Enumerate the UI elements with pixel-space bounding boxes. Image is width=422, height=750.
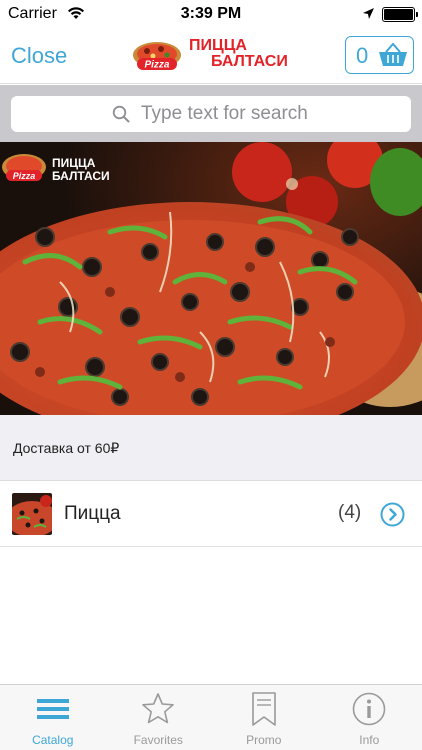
promo-banner-image: Pizza ПИЦЦА БАЛТАСИ: [0, 142, 422, 415]
tab-label: Catalog: [32, 733, 74, 747]
delivery-text: Доставка от 60₽: [13, 440, 120, 456]
banner-logo: Pizza ПИЦЦА БАЛТАСИ: [2, 154, 110, 183]
tab-promo[interactable]: Promo: [211, 685, 317, 750]
info-icon: [352, 692, 386, 726]
search-placeholder: Type text for search: [141, 103, 308, 124]
logo-line-1: ПИЦЦА: [189, 37, 247, 54]
logo-line-2: БАЛТАСИ: [211, 53, 288, 70]
pizza-photo: Pizza ПИЦЦА БАЛТАСИ: [0, 142, 422, 415]
cart-button[interactable]: 0: [345, 36, 414, 74]
category-count: (4): [338, 502, 362, 523]
pizza-logo-badge: Pizza: [133, 42, 181, 71]
svg-text:ПИЦЦА: ПИЦЦА: [52, 156, 96, 170]
category-label: Пицца: [64, 503, 121, 524]
svg-text:Pizza: Pizza: [144, 60, 169, 71]
search-input[interactable]: Type text for search: [11, 96, 411, 132]
tab-info[interactable]: Info: [317, 685, 422, 750]
hamburger-list-icon: [36, 699, 69, 719]
tab-favorites[interactable]: Favorites: [106, 685, 212, 750]
category-thumbnail: [12, 493, 52, 535]
status-bar: Carrier 3:39 PM: [0, 0, 422, 30]
logo-text: ПИЦЦА БАЛТАСИ: [189, 38, 288, 70]
tab-label: Promo: [246, 733, 282, 747]
svg-text:Pizza: Pizza: [13, 171, 36, 181]
chevron-right-icon[interactable]: [380, 502, 405, 527]
search-bar-container: Type text for search: [0, 85, 422, 142]
brand-logo: Pizza ПИЦЦА БАЛТАСИ: [131, 38, 291, 76]
tab-label: Info: [359, 733, 380, 747]
catalog-category-pizza[interactable]: Пицца (4): [0, 481, 422, 547]
tab-bar: Catalog Favorites Promo Info: [0, 684, 422, 750]
location-arrow-icon: [363, 8, 374, 19]
battery-icon: [382, 7, 418, 22]
bookmark-icon: [251, 692, 276, 726]
svg-text:БАЛТАСИ: БАЛТАСИ: [52, 169, 110, 183]
tab-catalog[interactable]: Catalog: [0, 685, 106, 750]
basket-icon: [379, 42, 407, 66]
delivery-info: Доставка от 60₽: [0, 415, 422, 481]
search-icon: [112, 105, 130, 123]
tab-label: Favorites: [133, 733, 183, 747]
clock: 3:39 PM: [180, 5, 242, 22]
star-icon: [142, 693, 175, 724]
cart-count: 0: [356, 43, 369, 68]
navigation-bar: Close Pizza ПИЦЦА БАЛТАСИ 0: [0, 30, 422, 84]
close-button[interactable]: Close: [11, 43, 67, 69]
